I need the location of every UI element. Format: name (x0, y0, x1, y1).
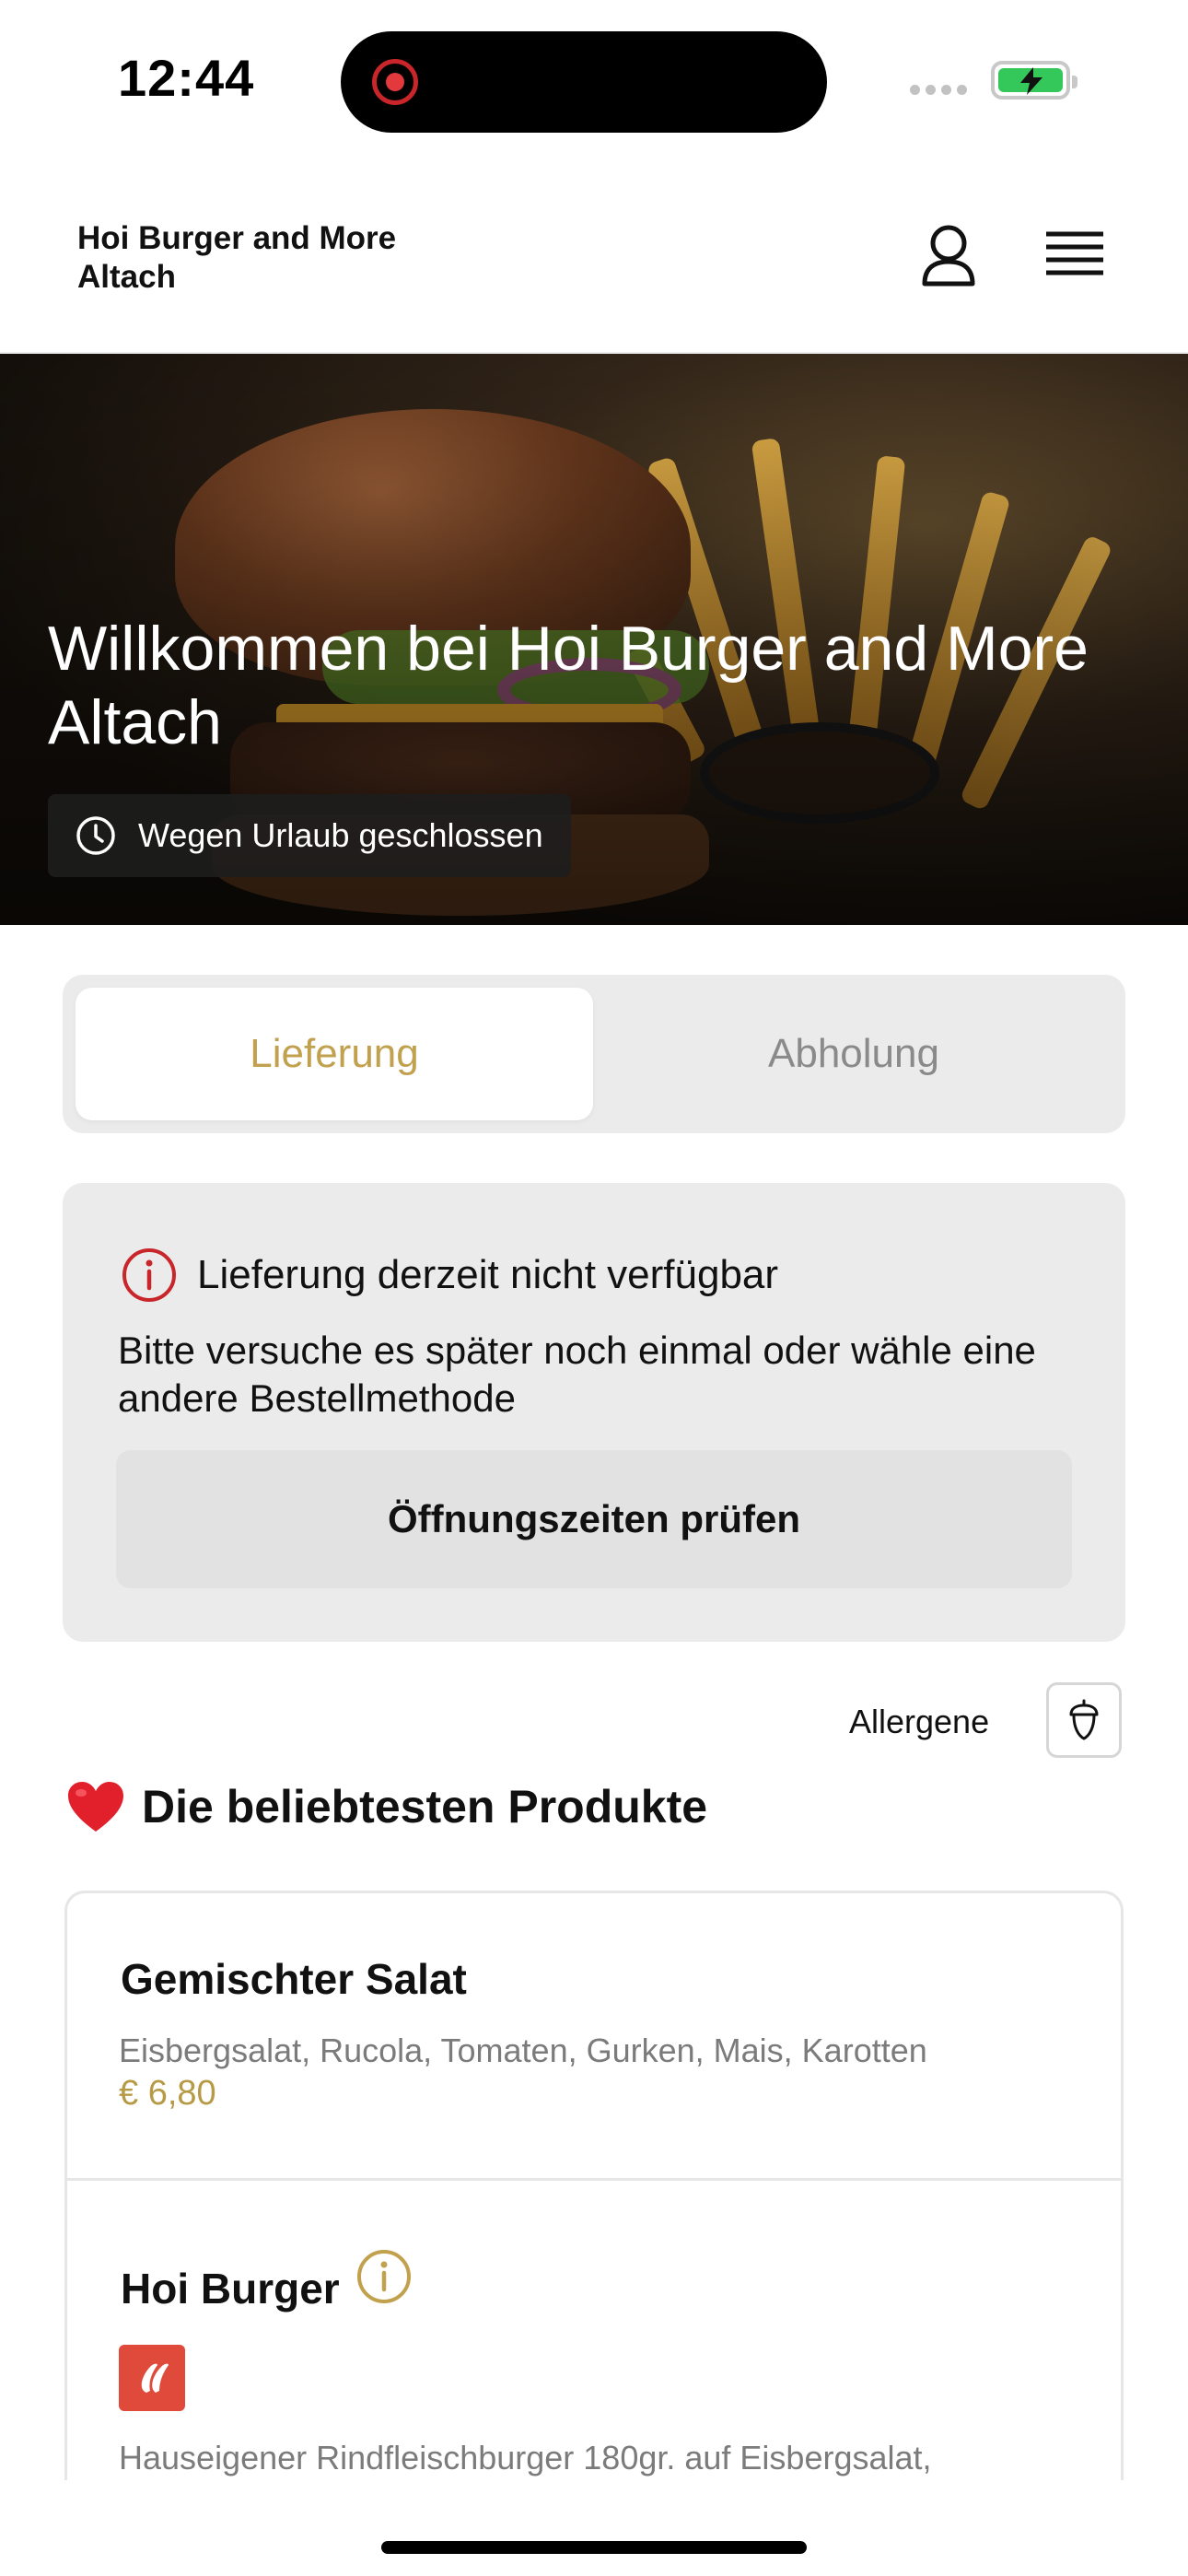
allergens-label[interactable]: Allergene (849, 1703, 989, 1741)
delivery-unavailable-notice: Lieferung derzeit nicht verfügbar Bitte … (63, 1183, 1125, 1642)
check-opening-hours-button[interactable]: Öffnungszeiten prüfen (116, 1450, 1072, 1588)
user-icon (922, 225, 975, 287)
heart-icon (68, 1782, 123, 1832)
acorn-icon (1069, 1699, 1099, 1740)
order-method-toggle: Lieferung Abholung (63, 975, 1125, 1133)
hamburger-menu-icon (1046, 231, 1103, 275)
opening-status-badge[interactable]: Wegen Urlaub geschlossen (48, 794, 571, 877)
info-icon[interactable] (355, 2247, 413, 2306)
bottom-safe-area (0, 2480, 1188, 2576)
battery-charging-icon (991, 61, 1077, 100)
section-title: Die beliebtesten Produkte (142, 1781, 708, 1832)
opening-status-text: Wegen Urlaub geschlossen (138, 816, 543, 854)
notice-body: Bitte versuche es später noch einmal ode… (118, 1329, 1036, 1420)
tab-delivery[interactable]: Lieferung (76, 988, 593, 1120)
product-name: Hoi Burger (121, 2265, 340, 2313)
recording-indicator-icon (372, 59, 418, 105)
product-list: Gemischter Salat Eisbergsalat, Rucola, T… (64, 1891, 1124, 2480)
product-description: Hauseigener Rindfleischburger 180gr. auf… (119, 2439, 932, 2476)
chili-icon (119, 2345, 185, 2411)
status-bar: 12:44 (0, 0, 1188, 157)
menu-button[interactable] (1037, 221, 1111, 295)
product-price: € 6,80 (119, 2074, 216, 2113)
product-description: Eisbergsalat, Rucola, Tomaten, Gurken, M… (119, 2032, 927, 2069)
product-card[interactable]: Hoi Burger Hauseigener Rindfleischburger… (67, 2181, 1121, 2480)
product-card[interactable]: Gemischter Salat Eisbergsalat, Rucola, T… (67, 1893, 1121, 2181)
cellular-signal-icon (910, 85, 967, 95)
product-name: Gemischter Salat (121, 1955, 467, 2003)
alert-info-icon (122, 1248, 176, 1302)
clock-icon (76, 816, 115, 855)
hero-banner: Willkommen bei Hoi Burger and More Altac… (0, 354, 1188, 925)
restaurant-name[interactable]: Hoi Burger and More Altach (77, 219, 464, 297)
hero-title: Willkommen bei Hoi Burger and More Altac… (48, 614, 1089, 757)
popular-products-heading: Die beliebtesten Produkte (66, 1780, 707, 1833)
status-time: 12:44 (118, 49, 255, 107)
allergens-button[interactable] (1046, 1682, 1122, 1758)
profile-button[interactable] (912, 219, 985, 293)
dynamic-island (341, 31, 827, 133)
home-indicator[interactable] (381, 2541, 807, 2554)
app-header: Hoi Burger and More Altach (0, 157, 1188, 354)
tab-pickup[interactable]: Abholung (595, 988, 1112, 1120)
notice-title: Lieferung derzeit nicht verfügbar (197, 1252, 779, 1297)
